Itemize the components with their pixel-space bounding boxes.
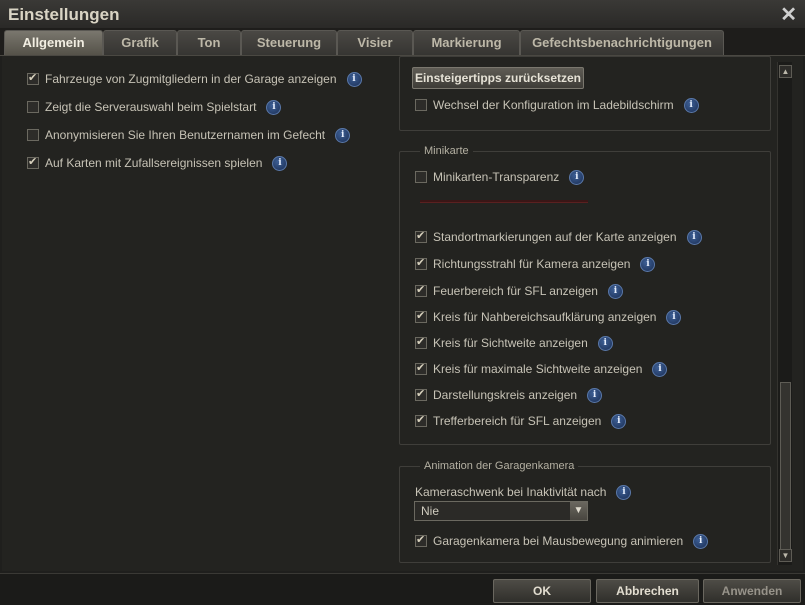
camera-pan-value: Nie — [421, 504, 440, 518]
checkbox[interactable] — [415, 335, 427, 349]
info-icon[interactable]: i — [683, 97, 699, 113]
option-label: Kreis für Nahbereichsaufklärung anzeigen — [433, 310, 657, 324]
tab-gefechtsbenachrichtigungen[interactable]: Gefechtsbenachrichtigungen — [520, 30, 724, 55]
option-label: Wechsel der Konfiguration im Ladebildsch… — [433, 98, 674, 112]
option-label: Darstellungskreis anzeigen — [433, 388, 578, 402]
option-label: Fahrzeuge von Zugmitgliedern in der Gara… — [45, 72, 337, 86]
scroll-down-icon[interactable]: ▼ — [779, 549, 792, 562]
tab-steuerung[interactable]: Steuerung — [241, 30, 337, 55]
ok-button[interactable]: OK — [493, 579, 591, 603]
option-config-switch[interactable]: Wechsel der Konfiguration im Ladebildsch… — [415, 96, 699, 114]
checkbox[interactable] — [415, 99, 427, 111]
option-spg-hit-area[interactable]: Trefferbereich für SFL anzeigen i — [415, 412, 627, 430]
option-view-range-circle[interactable]: Kreis für Sichtweite anzeigen i — [415, 334, 613, 352]
info-icon[interactable]: i — [686, 229, 702, 245]
option-label: Zeigt die Serverauswahl beim Spielstart — [45, 100, 257, 114]
checkbox[interactable] — [27, 71, 39, 85]
checkbox[interactable] — [27, 129, 39, 141]
scroll-up-icon[interactable]: ▲ — [779, 65, 792, 78]
tab-ton[interactable]: Ton — [177, 30, 241, 55]
tab-markierung[interactable]: Markierung — [413, 30, 520, 55]
checkbox[interactable] — [415, 533, 427, 547]
info-icon[interactable]: i — [335, 127, 351, 143]
info-icon[interactable]: i — [616, 484, 632, 500]
title-bar: Einstellungen ✕ — [0, 0, 805, 28]
reset-tips-button[interactable]: Einsteigertipps zurücksetzen — [412, 67, 584, 89]
tab-allgemein[interactable]: Allgemein — [4, 30, 103, 55]
close-icon[interactable]: ✕ — [780, 2, 797, 27]
checkbox[interactable] — [415, 387, 427, 401]
checkbox[interactable] — [415, 361, 427, 375]
tab-grafik[interactable]: Grafik — [103, 30, 177, 55]
checkbox[interactable] — [415, 256, 427, 270]
checkbox[interactable] — [27, 101, 39, 113]
option-label: Kreis für Sichtweite anzeigen — [433, 336, 588, 350]
scrollbar[interactable]: ▲ ▼ — [777, 62, 792, 565]
info-icon[interactable]: i — [640, 256, 656, 272]
option-location-markers[interactable]: Standortmarkierungen auf der Karte anzei… — [415, 228, 702, 246]
option-label: Kreis für maximale Sichtweite anzeigen — [433, 362, 643, 376]
window-title: Einstellungen — [8, 5, 120, 24]
scrollbar-thumb[interactable] — [780, 382, 791, 554]
option-random-events[interactable]: Auf Karten mit Zufallsereignissen spiele… — [27, 154, 288, 172]
footer: OK Abbrechen Anwenden — [0, 573, 805, 605]
minimap-group-label: Minikarte — [420, 145, 473, 157]
camera-pan-label: Kameraschwenk bei Inaktivität nach — [415, 485, 607, 499]
option-max-view-range-circle[interactable]: Kreis für maximale Sichtweite anzeigen i — [415, 360, 668, 378]
camera-pan-select[interactable]: Nie ▼ — [414, 501, 588, 521]
cancel-button[interactable]: Abbrechen — [596, 579, 699, 603]
option-platoon-vehicles[interactable]: Fahrzeuge von Zugmitgliedern in der Gara… — [27, 70, 362, 88]
option-server-selection[interactable]: Zeigt die Serverauswahl beim Spielstart … — [27, 98, 282, 116]
option-label: Garagenkamera bei Mausbewegung animieren — [433, 534, 684, 548]
option-draw-circle[interactable]: Darstellungskreis anzeigen i — [415, 386, 603, 404]
option-camera-ray[interactable]: Richtungsstrahl für Kamera anzeigen i — [415, 255, 656, 273]
transparency-slider[interactable] — [420, 200, 588, 203]
option-animate-garage-camera[interactable]: Garagenkamera bei Mausbewegung animieren… — [415, 532, 709, 550]
tab-bar: Allgemein Grafik Ton Steuerung Visier Ma… — [0, 28, 805, 56]
checkbox[interactable] — [415, 413, 427, 427]
info-icon[interactable]: i — [611, 413, 627, 429]
option-minimap-transparency[interactable]: Minikarten-Transparenz i — [415, 168, 585, 186]
camera-pan-row: Kameraschwenk bei Inaktivität nach i — [415, 483, 632, 501]
tab-visier[interactable]: Visier — [337, 30, 413, 55]
option-label: Minikarten-Transparenz — [433, 170, 560, 184]
info-icon[interactable]: i — [587, 387, 603, 403]
chevron-down-icon[interactable]: ▼ — [570, 502, 587, 520]
option-label: Trefferbereich für SFL anzeigen — [433, 414, 602, 428]
checkbox[interactable] — [415, 309, 427, 323]
checkbox[interactable] — [27, 155, 39, 169]
option-label: Standortmarkierungen auf der Karte anzei… — [433, 230, 677, 244]
info-icon[interactable]: i — [652, 361, 668, 377]
info-icon[interactable]: i — [693, 533, 709, 549]
garage-camera-group-label: Animation der Garagenkamera — [420, 460, 579, 472]
info-icon[interactable]: i — [597, 335, 613, 351]
option-close-recon-circle[interactable]: Kreis für Nahbereichsaufklärung anzeigen… — [415, 308, 682, 326]
checkbox[interactable] — [415, 229, 427, 243]
option-label: Auf Karten mit Zufallsereignissen spiele… — [45, 156, 263, 170]
option-anonymize[interactable]: Anonymisieren Sie Ihren Benutzernamen im… — [27, 126, 351, 144]
info-icon[interactable]: i — [346, 71, 362, 87]
info-icon[interactable]: i — [666, 309, 682, 325]
info-icon[interactable]: i — [607, 283, 623, 299]
info-icon[interactable]: i — [272, 155, 288, 171]
checkbox[interactable] — [415, 283, 427, 297]
checkbox[interactable] — [415, 171, 427, 183]
info-icon[interactable]: i — [569, 169, 585, 185]
apply-button[interactable]: Anwenden — [703, 579, 801, 603]
option-label: Richtungsstrahl für Kamera anzeigen — [433, 257, 631, 271]
option-spg-fire-range[interactable]: Feuerbereich für SFL anzeigen i — [415, 282, 623, 300]
option-label: Feuerbereich für SFL anzeigen — [433, 284, 598, 298]
option-label: Anonymisieren Sie Ihren Benutzernamen im… — [45, 128, 326, 142]
info-icon[interactable]: i — [266, 99, 282, 115]
